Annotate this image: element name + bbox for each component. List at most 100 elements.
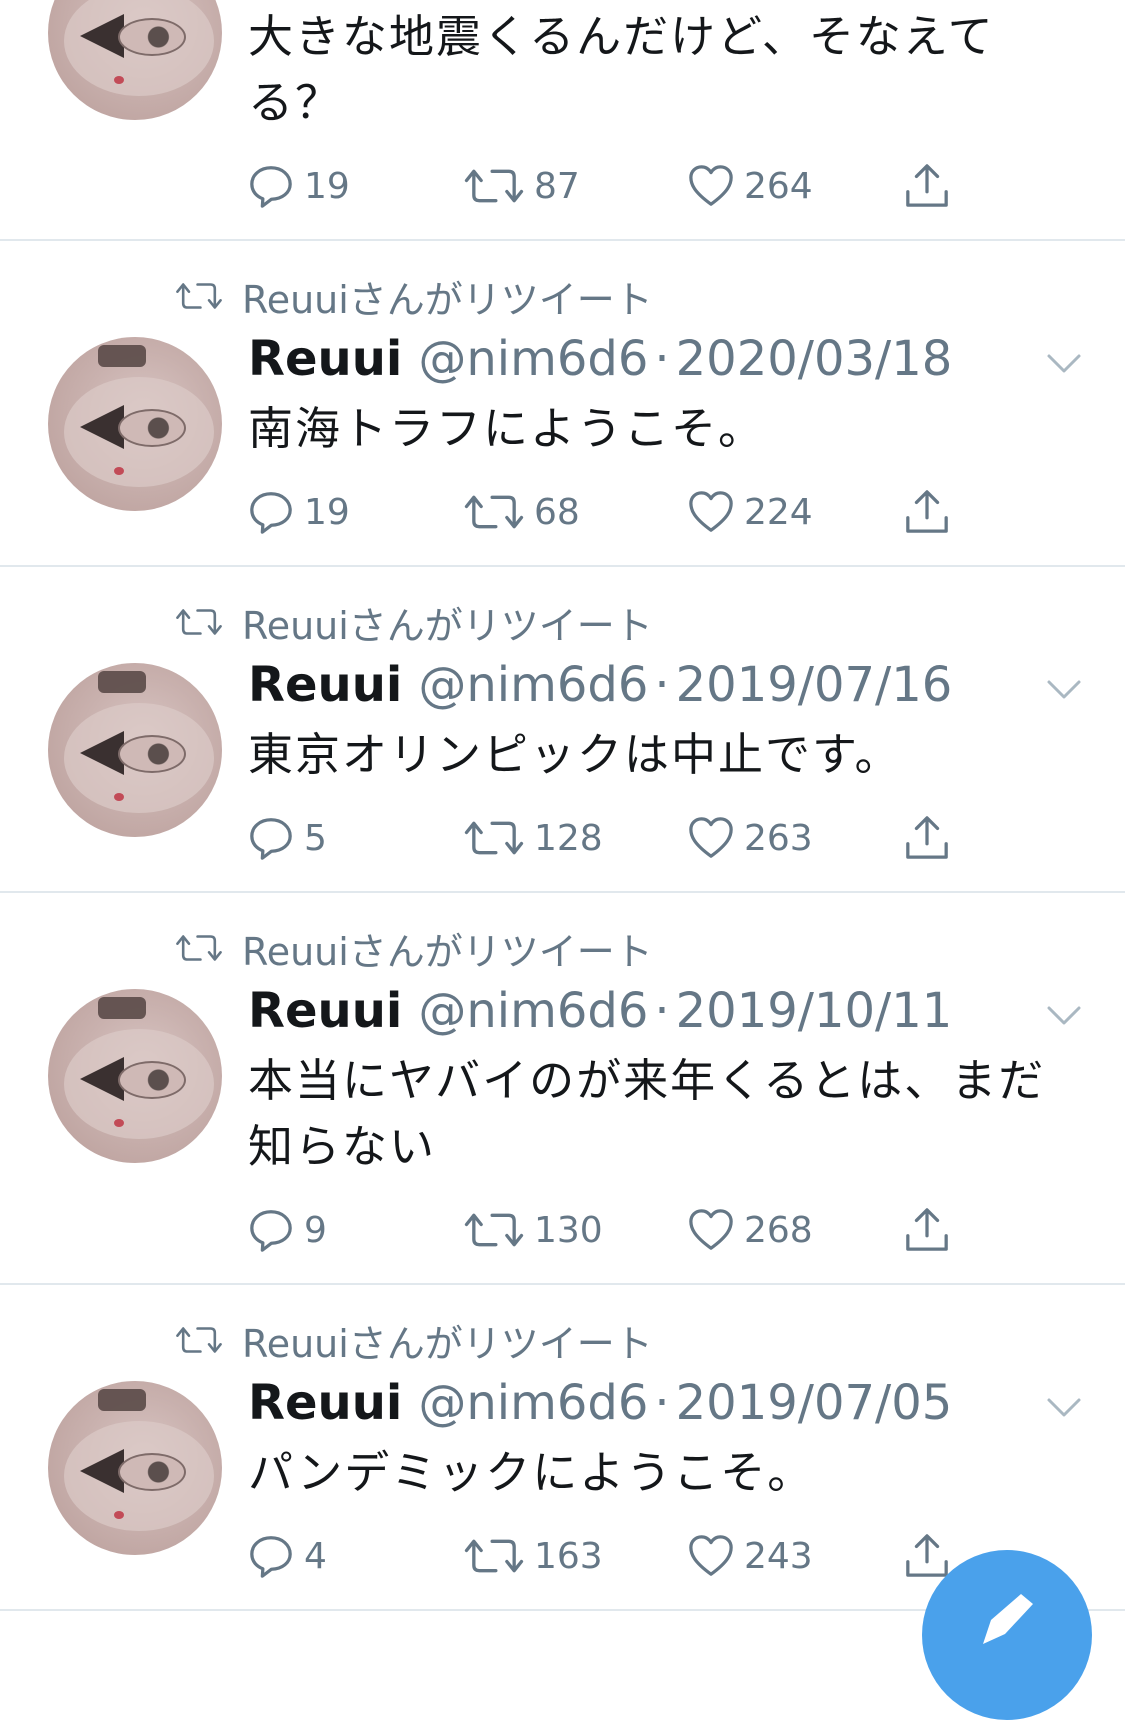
chevron-down-icon[interactable] (1046, 1397, 1082, 1419)
like-button[interactable]: 263 (688, 813, 813, 863)
user-handle[interactable]: @nim6d6 (418, 1375, 648, 1431)
share-button[interactable] (904, 161, 960, 211)
share-button[interactable] (904, 1205, 960, 1255)
tweet-actions: 19 68 224 (248, 487, 968, 537)
share-icon (904, 1533, 950, 1579)
heart-icon (688, 163, 734, 209)
display-name[interactable]: Reuui (248, 1375, 402, 1431)
retweet-count: 130 (534, 1209, 603, 1251)
reply-button[interactable]: 9 (248, 1205, 327, 1255)
tweet[interactable]: 大きな地震くるんだけど、そなえて る？ 19 87 264 (0, 0, 1125, 240)
share-icon (904, 815, 950, 861)
retweet-icon (464, 816, 524, 860)
tweet-date: 2020/03/18 (675, 331, 953, 387)
compose-button[interactable] (922, 1550, 1092, 1720)
tweet[interactable]: Reuuiさんがリツイート Reuui @nim6d6 · 2019/10/11… (0, 893, 1125, 1283)
user-handle[interactable]: @nim6d6 (418, 657, 648, 713)
share-button[interactable] (904, 813, 960, 863)
like-count: 243 (744, 1535, 813, 1577)
share-icon (904, 489, 950, 535)
retweet-context: Reuuiさんがリツイート (176, 1315, 653, 1366)
like-count: 268 (744, 1209, 813, 1251)
like-button[interactable]: 224 (688, 487, 813, 537)
retweet-icon (464, 490, 524, 534)
heart-icon (688, 815, 734, 861)
compose-icon (983, 1594, 1033, 1644)
retweet-count: 128 (534, 817, 603, 859)
retweet-icon (464, 164, 524, 208)
heart-icon (688, 1533, 734, 1579)
avatar[interactable] (48, 337, 222, 511)
avatar[interactable] (48, 663, 222, 837)
separator-dot: · (654, 983, 670, 1039)
user-handle[interactable]: @nim6d6 (418, 983, 648, 1039)
avatar[interactable] (48, 1381, 222, 1555)
reply-count: 9 (304, 1209, 327, 1251)
retweet-count: 87 (534, 165, 580, 207)
tweet-text: 大きな地震くるんだけど、そなえて る？ (248, 10, 995, 129)
tweet-date: 2019/07/05 (675, 1375, 953, 1431)
like-button[interactable]: 268 (688, 1205, 813, 1255)
separator-dot: · (654, 657, 670, 713)
tweet-header: Reuui @nim6d6 · 2019/07/05 (248, 1375, 952, 1435)
reply-icon (248, 489, 294, 535)
chevron-down-icon[interactable] (1046, 679, 1082, 701)
retweet-icon (176, 1320, 222, 1360)
reply-icon (248, 1207, 294, 1253)
reply-count: 5 (304, 817, 327, 859)
retweet-icon (464, 1534, 524, 1578)
reply-count: 19 (304, 491, 350, 533)
retweet-button[interactable]: 68 (464, 487, 580, 537)
like-button[interactable]: 243 (688, 1531, 813, 1581)
reply-icon (248, 1533, 294, 1579)
reply-icon (248, 163, 294, 209)
like-count: 224 (744, 491, 813, 533)
avatar[interactable] (48, 989, 222, 1163)
retweet-label: Reuuiさんがリツイート (242, 929, 653, 974)
display-name[interactable]: Reuui (248, 331, 402, 387)
reply-button[interactable]: 19 (248, 161, 350, 211)
like-count: 264 (744, 165, 813, 207)
tweet[interactable]: Reuuiさんがリツイート Reuui @nim6d6 · 2020/03/18… (0, 241, 1125, 565)
reply-button[interactable]: 4 (248, 1531, 327, 1581)
display-name[interactable]: Reuui (248, 983, 402, 1039)
retweet-label: Reuuiさんがリツイート (242, 603, 653, 648)
retweet-button[interactable]: 163 (464, 1531, 603, 1581)
like-button[interactable]: 264 (688, 161, 813, 211)
retweet-button[interactable]: 87 (464, 161, 580, 211)
tweet-text: 南海トラフにようこそ。 (248, 402, 766, 455)
tweet-header: Reuui @nim6d6 · 2019/10/11 (248, 983, 952, 1043)
avatar[interactable] (48, 0, 222, 120)
tweet-actions: 5 128 263 (248, 813, 968, 863)
retweet-count: 68 (534, 491, 580, 533)
reply-button[interactable]: 19 (248, 487, 350, 537)
retweet-context: Reuuiさんがリツイート (176, 923, 653, 974)
chevron-down-icon[interactable] (1046, 1005, 1082, 1027)
tweet-header: Reuui @nim6d6 · 2020/03/18 (248, 331, 952, 391)
display-name[interactable]: Reuui (248, 657, 402, 713)
share-icon (904, 1207, 950, 1253)
tweet-text: 本当にヤバイのが来年くるとは、まだ 知らない (248, 1054, 1046, 1173)
share-button[interactable] (904, 487, 960, 537)
tweet-date: 2019/07/16 (675, 657, 953, 713)
retweet-button[interactable]: 130 (464, 1205, 603, 1255)
heart-icon (688, 489, 734, 535)
tweet-actions: 9 130 268 (248, 1205, 968, 1255)
tweet-date: 2019/10/11 (675, 983, 953, 1039)
tweet-text: 東京オリンピックは中止です。 (248, 728, 902, 781)
retweet-count: 163 (534, 1535, 603, 1577)
tweet-actions: 4 163 243 (248, 1531, 968, 1581)
retweet-label: Reuuiさんがリツイート (242, 1321, 653, 1366)
reply-button[interactable]: 5 (248, 813, 327, 863)
user-handle[interactable]: @nim6d6 (418, 331, 648, 387)
chevron-down-icon[interactable] (1046, 353, 1082, 375)
retweet-button[interactable]: 128 (464, 813, 603, 863)
tweet[interactable]: Reuuiさんがリツイート Reuui @nim6d6 · 2019/07/16… (0, 567, 1125, 891)
share-icon (904, 163, 950, 209)
tweet[interactable]: Reuuiさんがリツイート Reuui @nim6d6 · 2019/07/05… (0, 1285, 1125, 1609)
tweet-actions: 19 87 264 (248, 161, 968, 211)
like-count: 263 (744, 817, 813, 859)
reply-count: 4 (304, 1535, 327, 1577)
retweet-icon (464, 1208, 524, 1252)
reply-icon (248, 815, 294, 861)
